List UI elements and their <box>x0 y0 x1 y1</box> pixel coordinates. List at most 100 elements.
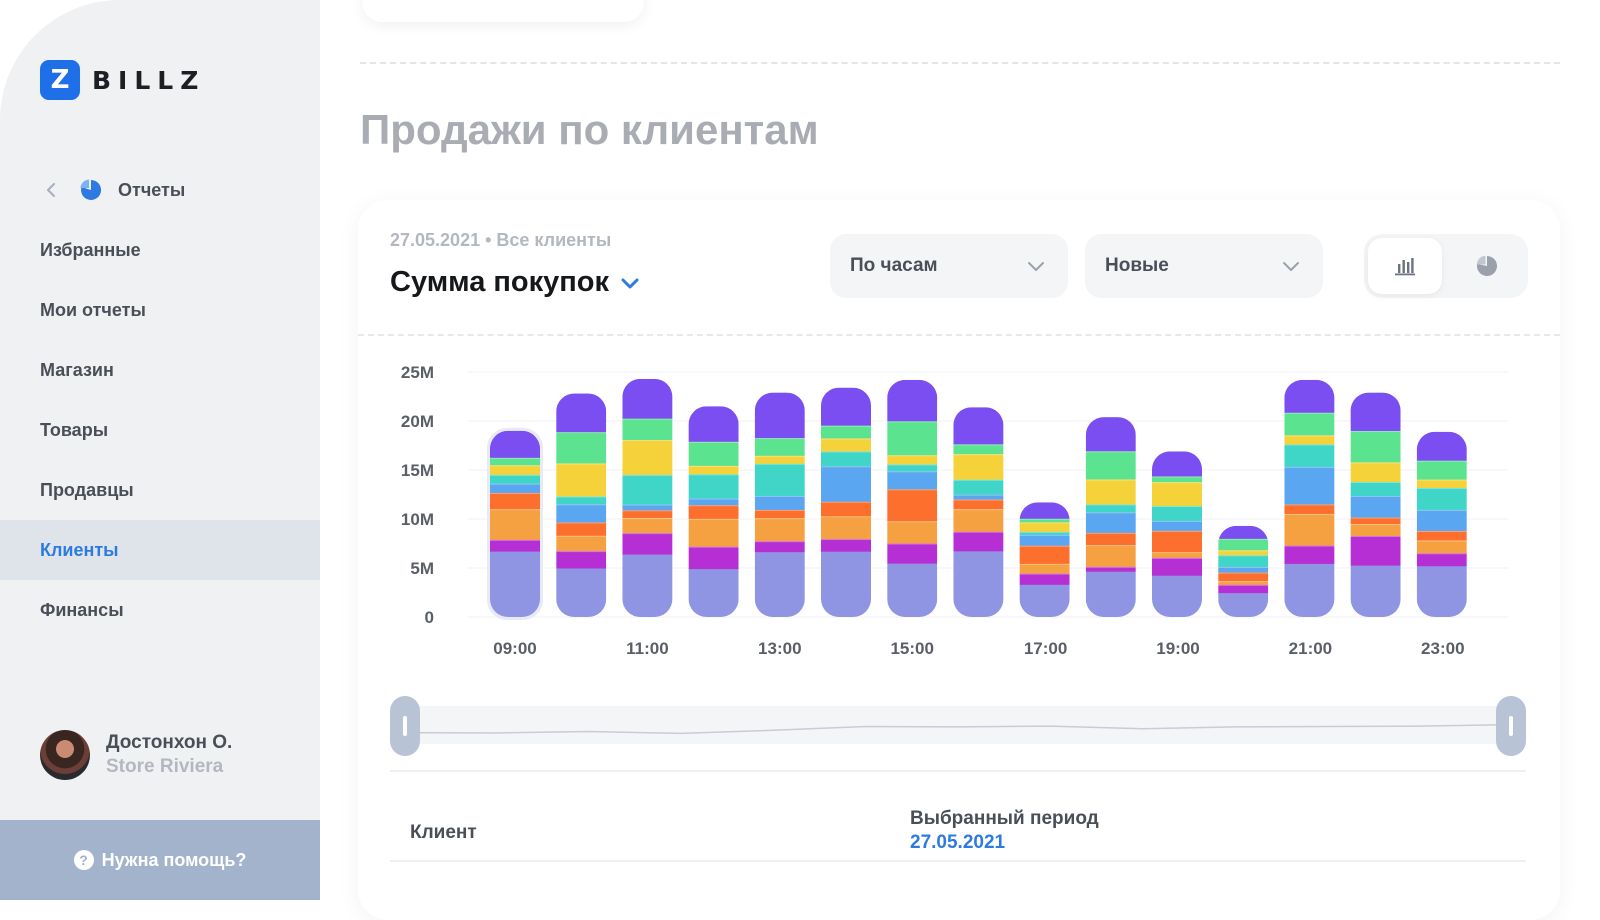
bar-segment <box>556 550 607 569</box>
bar-chart-icon <box>1395 258 1415 276</box>
bar-segment <box>1085 544 1136 567</box>
logo[interactable]: Z BILLZ <box>40 60 205 100</box>
bar-segment <box>1416 509 1467 531</box>
overview-line <box>403 723 1513 735</box>
sidebar-item-clients[interactable]: Клиенты <box>0 520 320 580</box>
bar-segment <box>1284 412 1335 436</box>
bar-segment <box>1152 520 1202 531</box>
y-tick-label: 15M <box>401 461 434 480</box>
sales-bar-chart: 0 5M 10M 15M 20M 25M 09:00 11:00 13:00 15:00 17:00… <box>401 363 1508 658</box>
bar-segment <box>1350 495 1401 518</box>
bar-segment <box>688 441 739 466</box>
section-divider <box>360 62 1560 64</box>
sidebar-item-products[interactable]: Товары <box>0 400 320 460</box>
range-handle-right[interactable] <box>1496 696 1526 756</box>
bar-segment <box>1350 523 1401 536</box>
bar-segment <box>821 501 871 517</box>
x-tick-label: 11:00 <box>626 639 669 658</box>
bar-segment <box>1152 557 1202 576</box>
bar-segment <box>887 543 938 564</box>
bar-14:00 <box>821 387 871 618</box>
bar-segment <box>556 567 607 618</box>
bar-segment <box>1416 431 1467 461</box>
avatar[interactable] <box>40 730 90 780</box>
bar-segment <box>1416 487 1467 510</box>
column-header-client[interactable]: Клиент <box>410 822 477 844</box>
bar-segment <box>1085 571 1136 617</box>
bar-segment <box>490 492 540 510</box>
top-card-stub <box>362 0 644 22</box>
bar-18:00 <box>1085 417 1136 617</box>
period-select[interactable]: По часам <box>830 234 1068 298</box>
x-tick-label: 21:00 <box>1289 639 1332 658</box>
logo-text: BILLZ <box>92 65 206 95</box>
bar-segment <box>1284 443 1335 467</box>
bar-segment <box>1218 554 1269 567</box>
bar-segment <box>1218 592 1269 617</box>
column-header-period[interactable]: Выбранный период <box>910 808 1099 830</box>
bar-segment <box>821 387 871 426</box>
reports-label: Отчеты <box>118 179 186 200</box>
metric-selector[interactable]: Сумма покупок <box>390 266 641 299</box>
bar-segment <box>821 551 871 618</box>
bar-segment <box>754 495 805 510</box>
chevron-left-icon[interactable] <box>40 179 62 201</box>
bar-segment <box>821 515 871 540</box>
range-handle-left[interactable] <box>390 696 420 756</box>
table-top-border <box>390 770 1526 772</box>
report-card: 27.05.2021 • Все клиенты Сумма покупок П… <box>358 200 1560 920</box>
bar-segment <box>953 508 1004 532</box>
bar-segment <box>1085 478 1136 505</box>
y-tick-label: 0 <box>425 608 434 627</box>
sidebar-item-store[interactable]: Магазин <box>0 340 320 400</box>
user-name: Достонхон О. <box>106 732 233 753</box>
bar-16:00 <box>953 407 1004 617</box>
bar-segment <box>556 521 607 536</box>
bar-10:00 <box>556 393 607 618</box>
range-slider[interactable] <box>390 696 1526 756</box>
bar-segment <box>1350 461 1401 482</box>
bar-12:00 <box>688 406 739 617</box>
bar-segment <box>754 551 805 617</box>
card-divider <box>358 334 1560 336</box>
reports-pie-icon <box>80 179 102 200</box>
bar-segment <box>622 418 673 441</box>
bar-20:00 <box>1218 525 1269 617</box>
bar-segment <box>1350 535 1401 566</box>
column-period-date: 27.05.2021 <box>910 832 1006 853</box>
page-title: Продажи по клиентам <box>360 106 819 153</box>
bar-segment <box>1284 545 1335 564</box>
y-tick-label: 20M <box>401 412 434 431</box>
pie-view-button[interactable] <box>1450 238 1524 294</box>
bar-15:00 <box>887 379 938 618</box>
x-tick-label: 17:00 <box>1024 639 1067 658</box>
bar-segment <box>1019 573 1070 585</box>
back-to-reports[interactable]: Отчеты <box>40 177 185 203</box>
bar-segment <box>490 551 540 617</box>
bar-segment <box>1218 525 1269 539</box>
help-button[interactable]: ? Нужна помощь? <box>0 820 320 900</box>
bar-13:00 <box>754 392 805 617</box>
bar-segment <box>688 473 739 499</box>
bar-11:00 <box>622 378 673 617</box>
bar-22:00 <box>1350 392 1401 617</box>
bar-segment <box>1416 539 1467 554</box>
client-type-select-value: Новые <box>1105 255 1169 276</box>
bar-segment <box>490 464 540 475</box>
bar-segment <box>1284 466 1335 505</box>
bar-segment <box>1085 532 1136 546</box>
sidebar-item-finance[interactable]: Финансы <box>0 580 320 640</box>
bar-segment <box>821 450 871 467</box>
bar-view-button[interactable] <box>1368 238 1442 294</box>
bar-segment <box>754 463 805 496</box>
sidebar-item-my-reports[interactable]: Мои отчеты <box>0 280 320 340</box>
bar-segment <box>953 499 1004 510</box>
bar-segment <box>556 503 607 523</box>
bar-segment <box>1218 538 1269 551</box>
sidebar-item-favorites[interactable]: Избранные <box>0 220 320 280</box>
user-profile[interactable]: Достонхон О. Store Riviera <box>40 730 232 780</box>
bar-segment <box>1350 565 1401 617</box>
client-type-select[interactable]: Новые <box>1085 234 1323 298</box>
sidebar-item-sellers[interactable]: Продавцы <box>0 460 320 520</box>
bar-segment <box>556 393 607 433</box>
